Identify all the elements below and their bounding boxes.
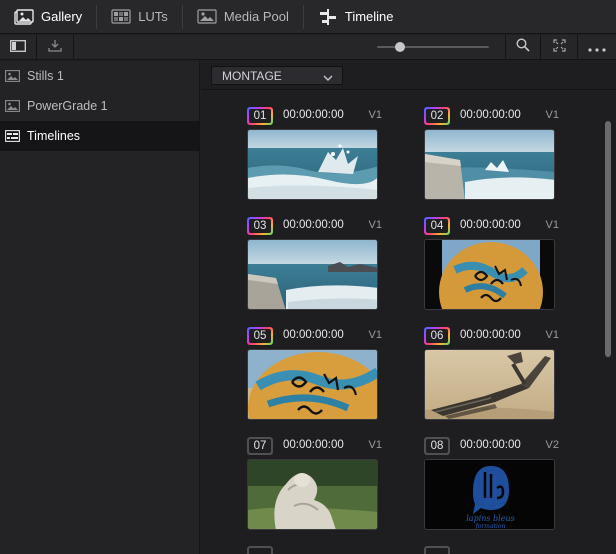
timeline-card-header: 08 00:00:00:00 V2 — [424, 436, 559, 456]
clip-timecode: 00:00:00:00 — [460, 329, 521, 341]
tab-label: LUTs — [138, 9, 168, 24]
clip-track: V1 — [545, 219, 559, 231]
tab-luts[interactable]: LUTs — [97, 0, 182, 34]
expand-icon — [552, 38, 566, 57]
timeline-grid: 01 00:00:00:00 V1 02 00:00:00:00 V1 03 0… — [201, 89, 616, 554]
search-button[interactable] — [506, 35, 540, 60]
clip-track: V1 — [368, 329, 382, 341]
timeline-card-header: 06 00:00:00:00 V1 — [424, 326, 559, 346]
clip-timecode: 00:00:00:00 — [283, 109, 344, 121]
tab-gallery[interactable]: Gallery — [0, 0, 96, 34]
sidebar-item-label: Timelines — [27, 129, 81, 143]
tab-label: Timeline — [344, 9, 394, 24]
logo-text-line1: lapins bleus — [466, 514, 515, 523]
media-pool-icon — [197, 9, 217, 24]
clip-number-badge[interactable]: 02 — [424, 107, 450, 125]
sidebar-item-label: PowerGrade 1 — [27, 99, 108, 113]
gallery-icon — [14, 8, 34, 25]
zoom-slider-handle[interactable] — [395, 42, 405, 52]
timeline-thumbnail[interactable] — [247, 349, 378, 420]
clip-timecode: 00:00:00:00 — [460, 439, 521, 451]
timeline-thumbnail[interactable] — [247, 459, 378, 530]
clip-timecode: 00:00:00:00 — [460, 219, 521, 231]
clip-timecode: 00:00:00:00 — [283, 439, 344, 451]
clip-number-badge-partial — [247, 546, 273, 554]
tab-label: Media Pool — [223, 9, 289, 24]
timeline-card-header: 03 00:00:00:00 V1 — [247, 216, 382, 236]
sidebar-item-timelines[interactable]: Timelines — [0, 121, 199, 151]
timeline-thumbnail[interactable] — [424, 349, 555, 420]
sidebar-item-stills-1[interactable]: Stills 1 — [0, 61, 199, 91]
timeline-card-07[interactable]: 07 00:00:00:00 V1 — [247, 436, 382, 536]
logo-text-line2: formation — [475, 523, 506, 530]
clip-number-badge[interactable]: 08 — [424, 437, 450, 455]
gallery-toolbar — [0, 35, 616, 60]
timeline-card-04[interactable]: 04 00:00:00:00 V1 — [424, 216, 559, 316]
stills-icon — [5, 70, 23, 82]
timeline-card-02[interactable]: 02 00:00:00:00 V1 — [424, 106, 559, 206]
sidebar-item-powergrade-1[interactable]: PowerGrade 1 — [0, 91, 199, 121]
timeline-card-03[interactable]: 03 00:00:00:00 V1 — [247, 216, 382, 316]
expand-button[interactable] — [541, 35, 577, 60]
clip-timecode: 00:00:00:00 — [460, 109, 521, 121]
clip-track: V1 — [545, 329, 559, 341]
clip-timecode: 00:00:00:00 — [283, 329, 344, 341]
more-icon — [588, 39, 606, 57]
top-tab-bar: Gallery LUTs Media Pool Timeline — [0, 0, 616, 34]
vertical-scrollbar[interactable] — [605, 121, 611, 357]
timeline-card-08[interactable]: 08 00:00:00:00 V2 lapins bleus formation — [424, 436, 559, 536]
timeline-card-header: 02 00:00:00:00 V1 — [424, 106, 559, 126]
zoom-slider-track[interactable] — [377, 46, 489, 48]
luts-icon — [111, 9, 131, 24]
timeline-card-header: 07 00:00:00:00 V1 — [247, 436, 382, 456]
dropdown-value: MONTAGE — [222, 68, 282, 83]
chevron-down-icon — [323, 71, 333, 85]
clip-number-badge[interactable]: 05 — [247, 327, 273, 345]
timeline-card-header: 04 00:00:00:00 V1 — [424, 216, 559, 236]
timeline-thumbnail[interactable] — [247, 239, 378, 310]
timeline-card-01[interactable]: 01 00:00:00:00 V1 — [247, 106, 382, 206]
clip-track: V1 — [368, 439, 382, 451]
timelines-icon — [5, 130, 23, 142]
import-icon — [48, 39, 62, 57]
tab-timeline[interactable]: Timeline — [304, 0, 408, 34]
clip-track: V1 — [545, 109, 559, 121]
timeline-browser: MONTAGE 01 00:00:00:00 V1 02 00:00:00:00… — [201, 61, 616, 554]
clip-number-badge[interactable]: 01 — [247, 107, 273, 125]
sidebar-item-label: Stills 1 — [27, 69, 64, 83]
more-options-button[interactable] — [578, 35, 616, 60]
clip-track: V2 — [545, 439, 559, 451]
clip-number-badge[interactable]: 04 — [424, 217, 450, 235]
timeline-thumbnail[interactable] — [424, 129, 555, 200]
clip-number-badge[interactable]: 03 — [247, 217, 273, 235]
toolbar-divider — [73, 35, 74, 60]
album-sidebar: Stills 1 PowerGrade 1 Timelines — [0, 61, 200, 554]
timeline-thumbnail[interactable] — [424, 239, 555, 310]
timeline-card-header: 01 00:00:00:00 V1 — [247, 106, 382, 126]
timeline-icon — [318, 8, 338, 25]
timeline-thumbnail[interactable] — [247, 129, 378, 200]
timeline-card-05[interactable]: 05 00:00:00:00 V1 — [247, 326, 382, 426]
tab-media-pool[interactable]: Media Pool — [183, 0, 303, 34]
timeline-card-header: 05 00:00:00:00 V1 — [247, 326, 382, 346]
import-button[interactable] — [37, 35, 73, 60]
search-icon — [516, 38, 530, 57]
clip-number-badge[interactable]: 06 — [424, 327, 450, 345]
timeline-card-06[interactable]: 06 00:00:00:00 V1 — [424, 326, 559, 426]
timeline-thumbnail[interactable]: lapins bleus formation — [424, 459, 555, 530]
clip-track: V1 — [368, 109, 382, 121]
timeline-select-dropdown[interactable]: MONTAGE — [211, 66, 343, 85]
clip-track: V1 — [368, 219, 382, 231]
clip-number-badge[interactable]: 07 — [247, 437, 273, 455]
clip-number-badge-partial — [424, 546, 450, 554]
powergrade-icon — [5, 100, 23, 112]
tab-label: Gallery — [41, 9, 83, 24]
panel-toggle-icon — [10, 39, 26, 57]
clip-timecode: 00:00:00:00 — [283, 219, 344, 231]
panel-toggle-button[interactable] — [0, 35, 36, 60]
